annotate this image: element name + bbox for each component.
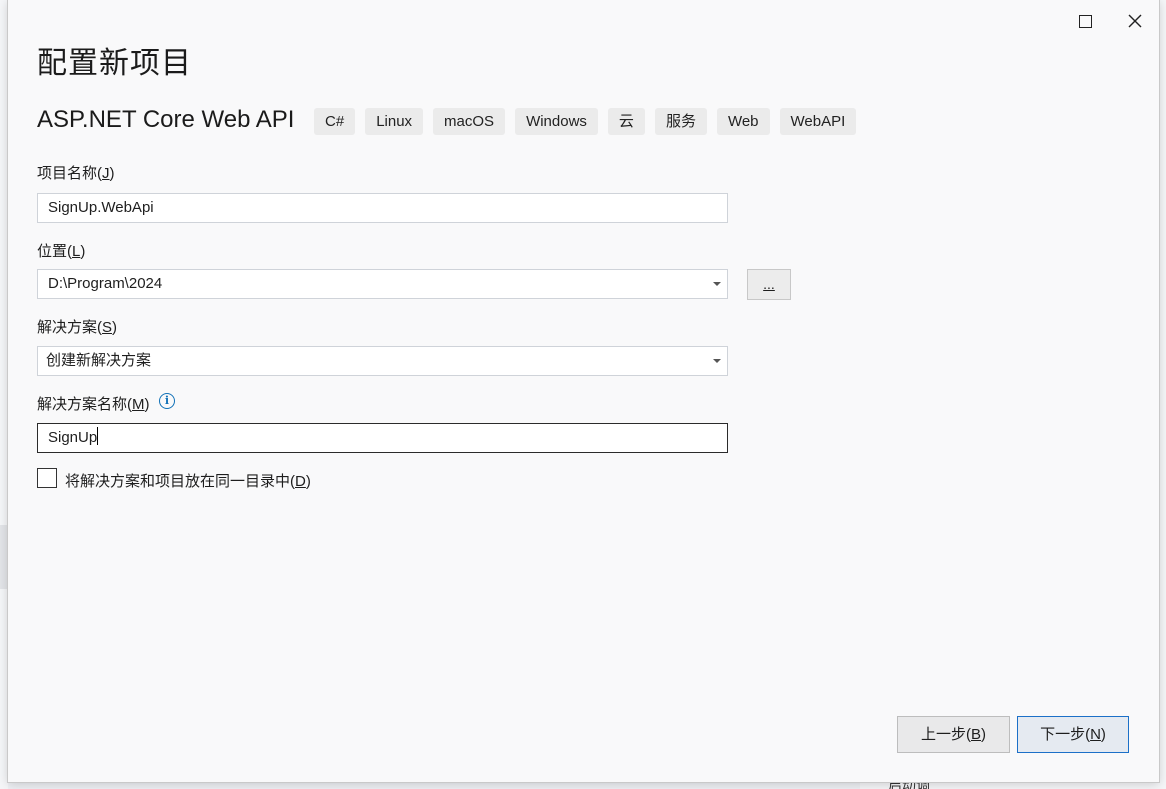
maximize-button[interactable] (1069, 7, 1101, 35)
same-directory-label[interactable]: 将解决方案和项目放在同一目录中(D) (65, 470, 311, 491)
location-combobox[interactable]: D:\Program\2024 (37, 269, 728, 299)
template-name: ASP.NET Core Web API (37, 106, 295, 133)
configure-project-dialog: 配置新项目 ASP.NET Core Web API C# Linux macO… (8, 0, 1159, 782)
solution-label: 解决方案(S) (37, 319, 118, 336)
project-name-value: SignUp.WebApi (48, 199, 154, 216)
solution-name-value: SignUp (48, 429, 98, 446)
back-button[interactable]: 上一步(B) (897, 716, 1010, 753)
tag: C# (314, 108, 356, 135)
text-caret (97, 427, 99, 445)
background-window-right (1159, 0, 1166, 789)
page-title: 配置新项目 (37, 47, 192, 80)
tag: WebAPI (779, 108, 857, 135)
next-button[interactable]: 下一步(N) (1017, 716, 1129, 753)
info-icon[interactable]: i (159, 393, 175, 409)
location-label: 位置(L) (37, 243, 86, 260)
browse-button[interactable]: ... (747, 269, 791, 300)
tag: 服务 (654, 108, 707, 135)
tag: Linux (365, 108, 424, 135)
same-directory-checkbox[interactable] (37, 468, 57, 488)
close-button[interactable] (1119, 7, 1151, 35)
solution-select[interactable]: 创建新解决方案 (37, 346, 728, 376)
chevron-down-icon[interactable] (713, 282, 721, 286)
close-icon (1128, 14, 1142, 28)
solution-name-label: 解决方案名称(M) (37, 396, 150, 413)
maximize-icon (1078, 14, 1092, 28)
chevron-down-icon[interactable] (713, 359, 721, 363)
project-name-input[interactable]: SignUp.WebApi (37, 193, 728, 223)
background-panel (0, 525, 8, 589)
template-tags: C# Linux macOS Windows 云 服务 Web WebAPI (314, 108, 857, 135)
tag: Web (716, 108, 770, 135)
location-value: D:\Program\2024 (48, 275, 163, 292)
tag: macOS (433, 108, 506, 135)
tag: Windows (515, 108, 598, 135)
solution-value: 创建新解决方案 (46, 352, 152, 369)
tag: 云 (607, 108, 645, 135)
background-window-left (0, 0, 8, 789)
solution-name-input[interactable]: SignUp (37, 423, 728, 453)
project-name-label: 项目名称(J) (37, 165, 115, 182)
